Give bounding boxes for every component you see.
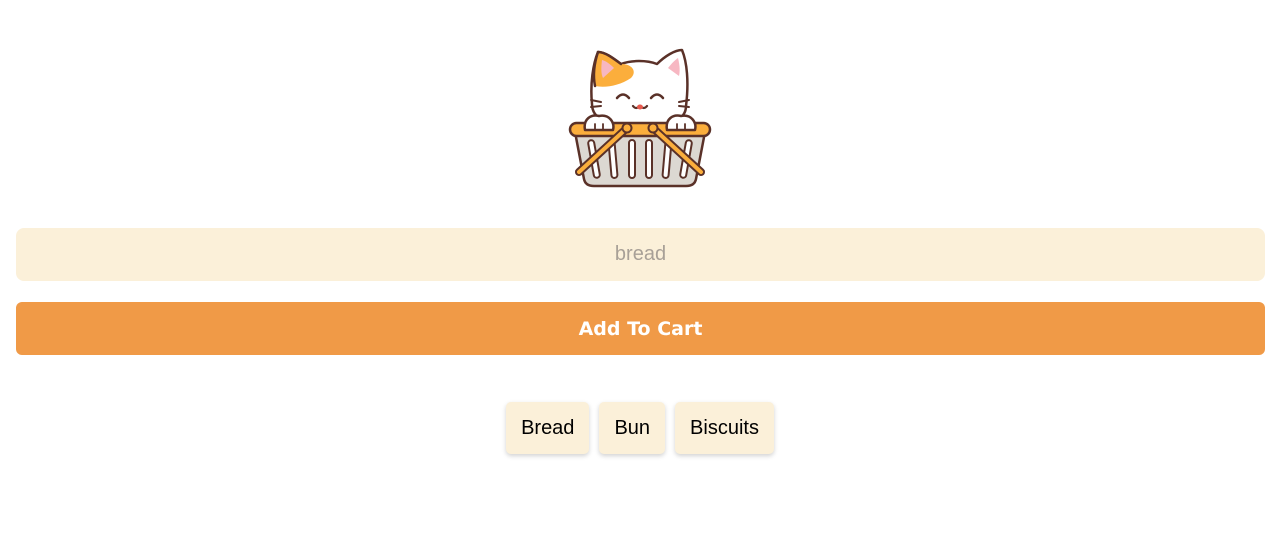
item-input[interactable]	[16, 228, 1265, 281]
app-container: Add To Cart Bread Bun Biscuits	[0, 0, 1280, 550]
list-item-biscuits[interactable]: Biscuits	[675, 402, 774, 454]
list-item-bun[interactable]: Bun	[599, 402, 666, 454]
list-item-bread[interactable]: Bread	[506, 402, 590, 454]
add-to-cart-button[interactable]: Add To Cart	[16, 302, 1265, 355]
shopping-list: Bread Bun Biscuits	[0, 402, 1280, 454]
cat-in-basket-icon	[568, 48, 712, 188]
